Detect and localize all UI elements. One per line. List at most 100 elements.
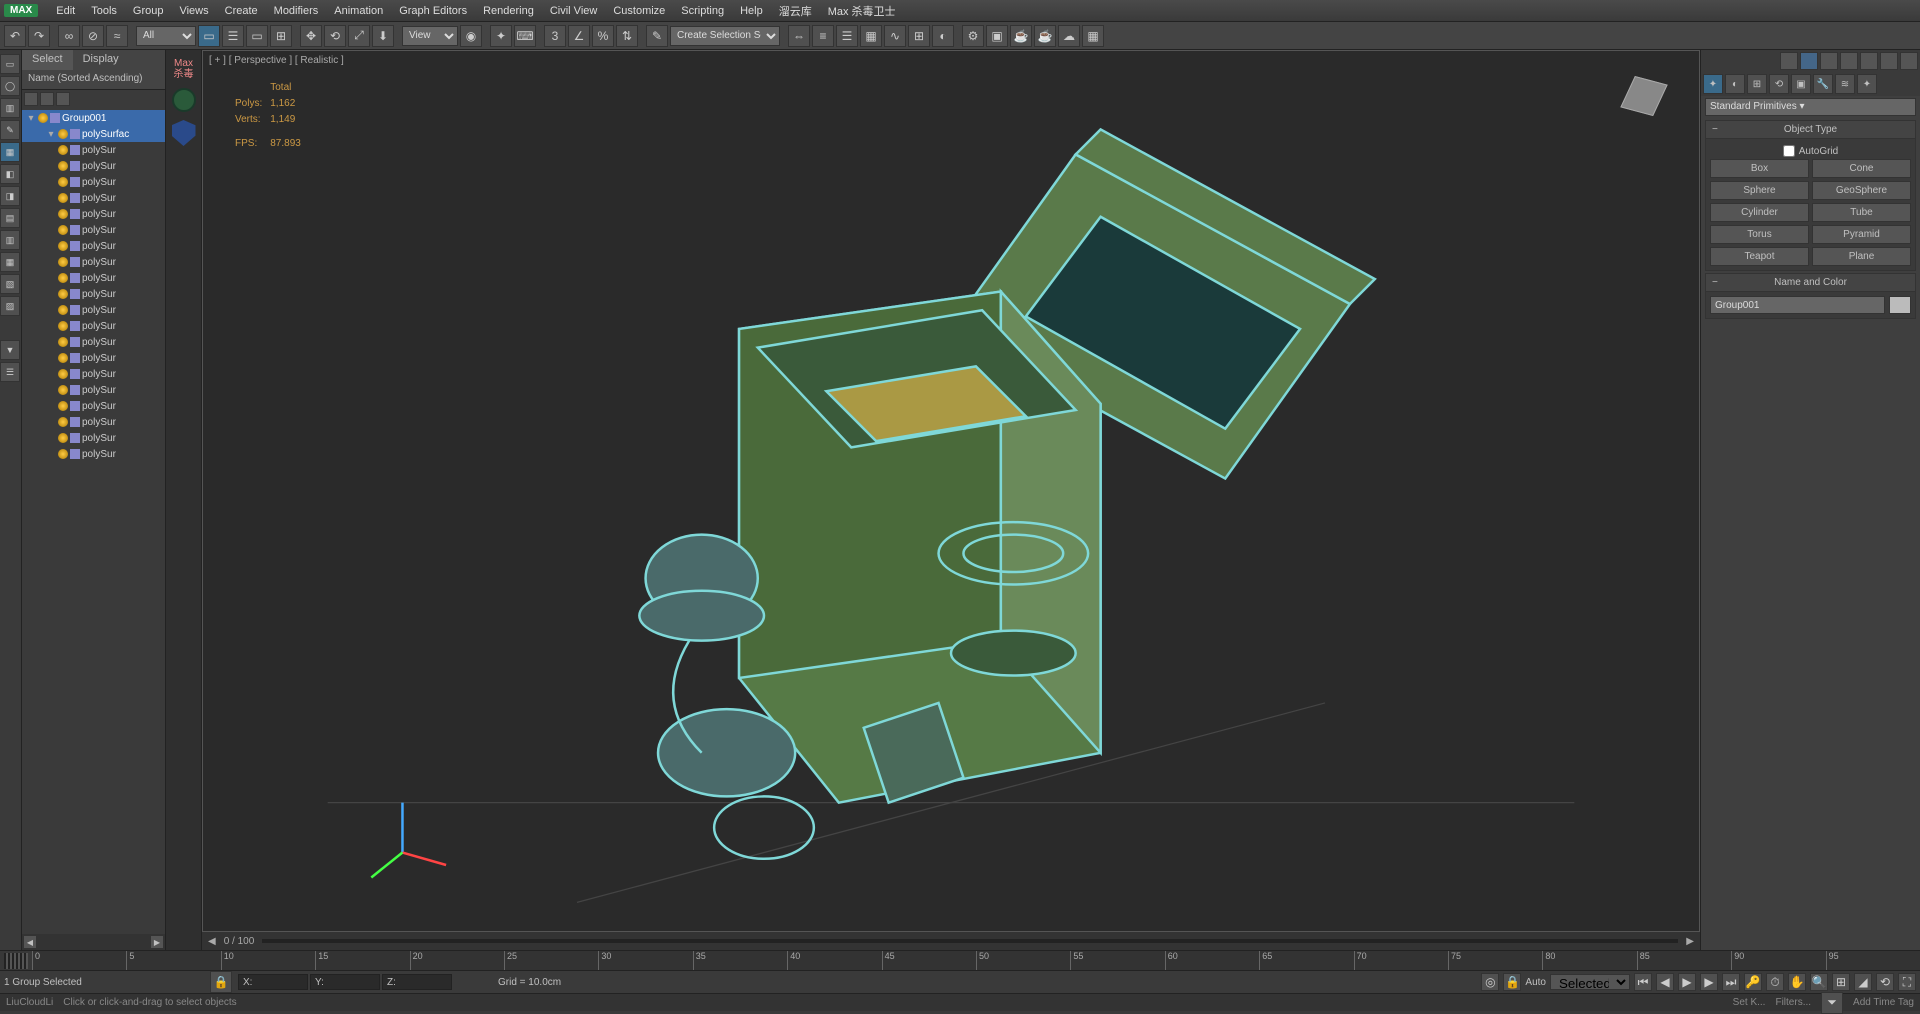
hierarchy-tab-icon[interactable]: ⊞: [1747, 74, 1767, 94]
scene-tool2-icon[interactable]: [40, 92, 54, 106]
ribbon-item12-icon[interactable]: ▨: [0, 296, 20, 316]
lightbulb-icon[interactable]: [1800, 52, 1818, 70]
ribbon-filter2-icon[interactable]: ☰: [0, 362, 20, 382]
orbit-icon[interactable]: ⟲: [1876, 973, 1894, 991]
ribbon-item10-icon[interactable]: ▦: [0, 252, 20, 272]
primitive-geosphere-button[interactable]: GeoSphere: [1812, 181, 1911, 200]
ribbon-populate-icon[interactable]: ▦: [0, 142, 20, 162]
y-coord-input[interactable]: Y:: [310, 974, 380, 990]
green-badge-icon[interactable]: [172, 88, 196, 112]
tree-node-child[interactable]: polySur: [22, 350, 165, 366]
menu-rendering[interactable]: Rendering: [475, 2, 542, 20]
curve-editor-button[interactable]: ∿: [884, 25, 906, 47]
add-time-tag[interactable]: Add Time Tag: [1853, 997, 1914, 1008]
tree-node-child[interactable]: polySur: [22, 430, 165, 446]
tab-select[interactable]: Select: [22, 50, 73, 70]
primitive-cylinder-button[interactable]: Cylinder: [1710, 203, 1809, 222]
edit-named-sel-button[interactable]: ✎: [646, 25, 668, 47]
scene-tool1-icon[interactable]: [24, 92, 38, 106]
align-button[interactable]: ≡: [812, 25, 834, 47]
visibility-icon[interactable]: [58, 225, 68, 235]
bind-space-warp-button[interactable]: ≈: [106, 25, 128, 47]
toggle-ribbon-button[interactable]: ▦: [860, 25, 882, 47]
selection-filter-dropdown[interactable]: All: [136, 26, 196, 46]
render-setup-button[interactable]: ⚙: [962, 25, 984, 47]
misc2-icon[interactable]: [1880, 52, 1898, 70]
render-iterative-button[interactable]: ☕: [1034, 25, 1056, 47]
visibility-icon[interactable]: [58, 129, 68, 139]
scene-tool3-icon[interactable]: [56, 92, 70, 106]
pan-icon[interactable]: ✋: [1788, 973, 1806, 991]
object-name-input[interactable]: [1710, 296, 1885, 314]
tree-node-child[interactable]: polySur: [22, 206, 165, 222]
name-color-rollout-head[interactable]: Name and Color: [1705, 273, 1916, 292]
tree-node-child[interactable]: polySur: [22, 446, 165, 462]
rotate-button[interactable]: ⟲: [324, 25, 346, 47]
percent-snap-button[interactable]: %: [592, 25, 614, 47]
scene-column-header[interactable]: Name (Sorted Ascending): [22, 70, 165, 90]
tree-node-child[interactable]: polySur: [22, 286, 165, 302]
select-object-button[interactable]: ▭: [198, 25, 220, 47]
time-tag-icon[interactable]: ⏷: [1821, 992, 1843, 1014]
scroll-left-icon[interactable]: ◀: [24, 936, 36, 948]
max-badge[interactable]: Max杀毒: [174, 58, 194, 80]
autogrid-checkbox[interactable]: [1783, 145, 1795, 157]
object-type-rollout-head[interactable]: Object Type: [1705, 120, 1916, 139]
visibility-icon[interactable]: [58, 401, 68, 411]
tree-node-child[interactable]: polySur: [22, 366, 165, 382]
tree-node-child[interactable]: polySur: [22, 222, 165, 238]
menu-edit[interactable]: Edit: [48, 2, 83, 20]
autokey-label[interactable]: Auto: [1525, 977, 1546, 988]
time-config-icon[interactable]: ⏱: [1766, 973, 1784, 991]
scene-hscroll[interactable]: ◀ ▶: [22, 934, 165, 950]
scroll-left-icon[interactable]: ◀: [208, 936, 216, 947]
manipulate-button[interactable]: ✦: [490, 25, 512, 47]
tab-display[interactable]: Display: [73, 50, 129, 70]
ribbon-selection-icon[interactable]: ▥: [0, 98, 20, 118]
tree-node-child[interactable]: ▾polySurfac: [22, 126, 165, 142]
ribbon-item8-icon[interactable]: ▤: [0, 208, 20, 228]
menu-help[interactable]: Help: [732, 2, 771, 20]
menu-scripting[interactable]: Scripting: [673, 2, 732, 20]
primitive-tube-button[interactable]: Tube: [1812, 203, 1911, 222]
rect-region-button[interactable]: ▭: [246, 25, 268, 47]
primitive-torus-button[interactable]: Torus: [1710, 225, 1809, 244]
primitive-pyramid-button[interactable]: Pyramid: [1812, 225, 1911, 244]
create-tab-icon[interactable]: ✦: [1703, 74, 1723, 94]
menu-create[interactable]: Create: [217, 2, 266, 20]
layer-explorer-button[interactable]: ☰: [836, 25, 858, 47]
visibility-icon[interactable]: [58, 385, 68, 395]
z-coord-input[interactable]: Z:: [382, 974, 452, 990]
target-icon[interactable]: [1840, 52, 1858, 70]
setkey-button[interactable]: Set K...: [1733, 997, 1766, 1008]
zoom-all-icon[interactable]: ⊞: [1832, 973, 1850, 991]
shield-badge-icon[interactable]: [172, 120, 196, 146]
extra2-tab-icon[interactable]: ✦: [1857, 74, 1877, 94]
visibility-icon[interactable]: [58, 257, 68, 267]
expander-icon[interactable]: ▾: [46, 129, 56, 140]
scroll-right-icon[interactable]: ▶: [151, 936, 163, 948]
render-in-cloud-button[interactable]: ☁: [1058, 25, 1080, 47]
ribbon-item6-icon[interactable]: ◧: [0, 164, 20, 184]
ribbon-filter1-icon[interactable]: ▼: [0, 340, 20, 360]
menu-animation[interactable]: Animation: [326, 2, 391, 20]
use-pivot-center-button[interactable]: ◉: [460, 25, 482, 47]
fov-icon[interactable]: ◢: [1854, 973, 1872, 991]
viewport-label[interactable]: [ + ] [ Perspective ] [ Realistic ]: [209, 55, 344, 66]
ribbon-object-paint-icon[interactable]: ✎: [0, 120, 20, 140]
open-a360-button[interactable]: ▦: [1082, 25, 1104, 47]
visibility-icon[interactable]: [58, 337, 68, 347]
material-editor-button[interactable]: ◐: [932, 25, 954, 47]
primitive-box-button[interactable]: Box: [1710, 159, 1809, 178]
tree-node-child[interactable]: polySur: [22, 158, 165, 174]
ribbon-modeling-icon[interactable]: ▭: [0, 54, 20, 74]
rendered-frame-button[interactable]: ▣: [986, 25, 1008, 47]
menu-group[interactable]: Group: [125, 2, 172, 20]
tree-node-group[interactable]: ▾ Group001: [22, 110, 165, 126]
scroll-right-icon[interactable]: ▶: [1686, 936, 1694, 947]
tree-node-child[interactable]: polySur: [22, 302, 165, 318]
perspective-viewport[interactable]: [ + ] [ Perspective ] [ Realistic ] Tota…: [202, 50, 1700, 932]
menu-tools[interactable]: Tools: [83, 2, 125, 20]
move-button[interactable]: ✥: [300, 25, 322, 47]
primitive-cone-button[interactable]: Cone: [1812, 159, 1911, 178]
